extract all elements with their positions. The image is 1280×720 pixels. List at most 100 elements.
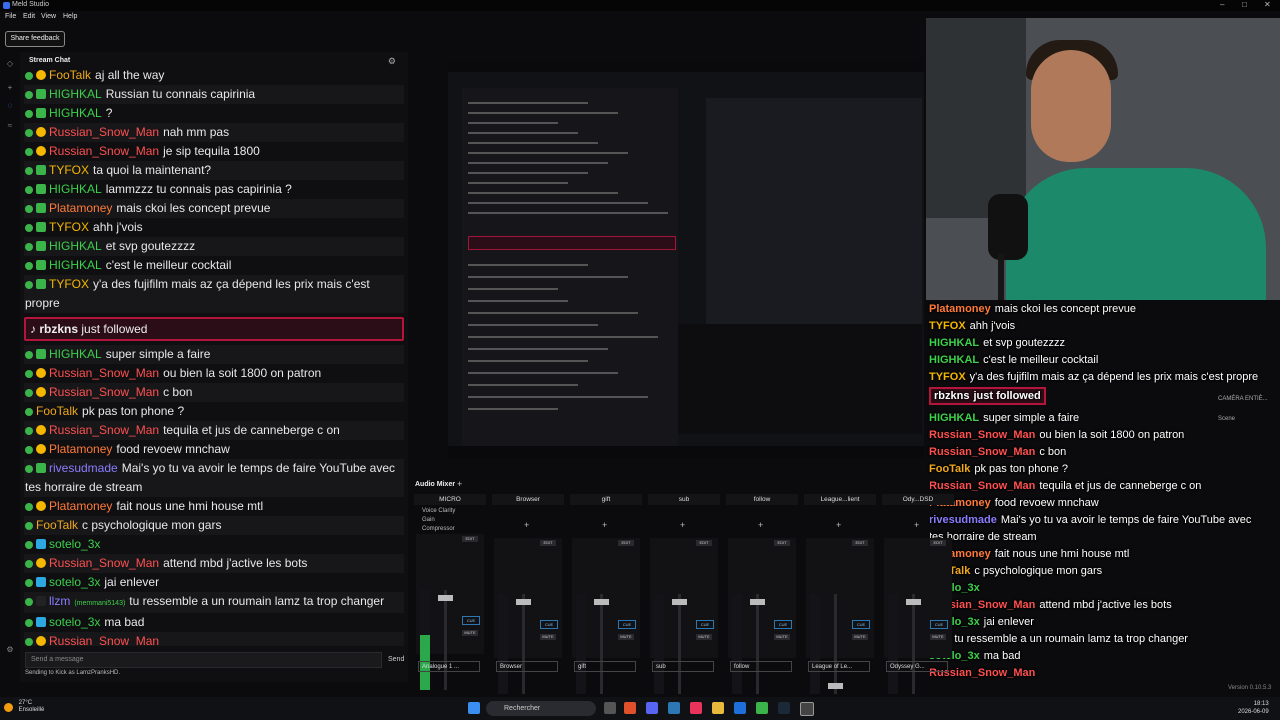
chat-message[interactable]: sotelo_3x (24, 535, 404, 554)
channel-source-select[interactable]: Odyssey G... (886, 661, 948, 672)
cue-button[interactable]: CUE (774, 620, 792, 629)
chat-username[interactable]: TYFOX (49, 163, 89, 177)
chat-username[interactable]: TYFOX (49, 277, 89, 291)
chat-username[interactable]: FooTalk (49, 68, 91, 82)
chat-username[interactable]: Platamoney (49, 442, 112, 456)
channel-source-select[interactable]: follow (730, 661, 792, 672)
chat-message-input[interactable]: Send a message (25, 652, 382, 668)
add-filter-button[interactable]: + (524, 520, 529, 530)
app-icon[interactable] (668, 702, 680, 714)
audio-filter-item[interactable]: Gain (422, 517, 435, 523)
chat-message[interactable]: FooTalk aj all the way (24, 66, 404, 85)
chat-username[interactable]: Platamoney (49, 499, 112, 513)
chat-message[interactable]: Russian_Snow_Man ou bien la soit 1800 on … (24, 364, 404, 383)
menu-file[interactable]: File (5, 13, 16, 20)
scene-label[interactable]: Scene (1218, 416, 1235, 422)
chat-username[interactable]: TYFOX (49, 220, 89, 234)
channel-name[interactable]: Browser (492, 494, 564, 505)
activity-icon[interactable]: ≈ (6, 122, 14, 130)
volume-fader-knob[interactable] (750, 598, 765, 605)
add-icon[interactable]: + (6, 84, 14, 92)
add-filter-button[interactable]: + (680, 520, 685, 530)
edit-button[interactable]: EDIT (852, 540, 868, 546)
chat-message[interactable]: TYFOX ahh j'vois (24, 218, 404, 237)
channel-name[interactable]: follow (726, 494, 798, 505)
chat-message[interactable]: HIGHKAL c'est le meilleur cocktail (24, 256, 404, 275)
task-view-icon[interactable] (604, 702, 616, 714)
chat-message[interactable]: Platamoney food revoew mnchaw (24, 440, 404, 459)
system-clock[interactable]: 18:13 2026-06-09 (1238, 700, 1269, 716)
chat-message[interactable]: HIGHKAL Russian tu connais capirinia (24, 85, 404, 104)
discord-icon[interactable] (646, 702, 658, 714)
chat-send-button[interactable]: Send (388, 652, 404, 668)
share-feedback-button[interactable]: Share feedback (5, 31, 65, 47)
chat-icon[interactable]: ◌ (6, 102, 14, 110)
chat-message[interactable]: sotelo_3x jai enlever (24, 573, 404, 592)
brave-icon[interactable] (624, 702, 636, 714)
add-filter-button[interactable]: + (914, 520, 919, 530)
chat-username[interactable]: Russian_Snow_Man (49, 634, 159, 646)
chat-message[interactable]: Russian_Snow_Man nah mm pas (24, 123, 404, 142)
volume-fader-knob[interactable] (594, 598, 609, 605)
mute-button[interactable]: MUTE (930, 634, 946, 640)
menu-edit[interactable]: Edit (23, 13, 35, 20)
stream-preview-canvas[interactable] (448, 62, 924, 458)
chat-username[interactable]: llzm (49, 594, 70, 608)
channel-name[interactable]: sub (648, 494, 720, 505)
close-button[interactable]: ✕ (1264, 0, 1271, 9)
channel-name[interactable]: League...lient (804, 494, 876, 505)
mute-button[interactable]: MUTE (540, 634, 556, 640)
chat-message[interactable]: HIGHKAL et svp goutezzzz (24, 237, 404, 256)
cue-button[interactable]: CUE (852, 620, 870, 629)
channel-source-select[interactable]: Analogue 1 ... (418, 661, 480, 672)
mute-button[interactable]: MUTE (852, 634, 868, 640)
chat-username[interactable]: Russian_Snow_Man (49, 556, 159, 570)
volume-fader-track[interactable] (678, 594, 681, 694)
chat-message[interactable]: sotelo_3x ma bad (24, 613, 404, 632)
home-icon[interactable]: ◇ (6, 60, 14, 68)
chat-message[interactable]: TYFOX ta quoi la maintenant? (24, 161, 404, 180)
chat-username[interactable]: HIGHKAL (49, 182, 102, 196)
edit-button[interactable]: EDIT (540, 540, 556, 546)
chat-username[interactable]: Russian_Snow_Man (49, 366, 159, 380)
edit-button[interactable]: EDIT (774, 540, 790, 546)
chat-username[interactable]: sotelo_3x (49, 575, 100, 589)
chat-message[interactable]: FooTalk pk pas ton phone ? (24, 402, 404, 421)
chat-message-list[interactable]: FooTalk aj all the way HIGHKAL Russian tu c… (24, 66, 404, 646)
taskbar-search[interactable]: Rechercher (486, 701, 596, 716)
mute-button[interactable]: MUTE (618, 634, 634, 640)
chat-username[interactable]: FooTalk (36, 518, 78, 532)
chat-username[interactable]: FooTalk (36, 404, 78, 418)
cue-button[interactable]: CUE (618, 620, 636, 629)
cue-button[interactable]: CUE (462, 616, 480, 625)
chat-message[interactable]: HIGHKAL? (24, 104, 404, 123)
cue-button[interactable]: CUE (540, 620, 558, 629)
chat-message[interactable]: Platamoney mais ckoi les concept prevue (24, 199, 404, 218)
chat-message[interactable]: rivesudmade Mai's yo tu va avoir le temps… (24, 459, 404, 497)
add-filter-button[interactable]: + (836, 520, 841, 530)
channel-source-select[interactable]: gift (574, 661, 636, 672)
chat-username[interactable]: HIGHKAL (49, 239, 102, 253)
channel-source-select[interactable]: Browser (496, 661, 558, 672)
add-filter-button[interactable]: + (602, 520, 607, 530)
chat-message[interactable]: TYFOX y'a des fujifilm mais az ça dépend … (24, 275, 404, 313)
weather-widget[interactable]: 27°C Ensoleillé (4, 700, 44, 714)
cue-button[interactable]: CUE (930, 620, 948, 629)
channel-name[interactable]: Ody...DSD (882, 494, 954, 505)
file-explorer-icon[interactable] (712, 702, 724, 714)
follow-username[interactable]: rbzkns (39, 322, 78, 336)
chat-message[interactable]: llzm (memmani5143) tu ressemble a un rouma… (24, 592, 404, 613)
chat-username[interactable]: sotelo_3x (49, 537, 100, 551)
chat-message[interactable]: HIGHKAL lammzzz tu connais pas capirinia … (24, 180, 404, 199)
chat-username[interactable]: HIGHKAL (49, 347, 102, 361)
meld-studio-icon[interactable] (800, 702, 814, 716)
chat-message[interactable]: FooTalk c psychologique mon gars (24, 516, 404, 535)
minimize-button[interactable]: – (1220, 0, 1224, 9)
chat-username[interactable]: Russian_Snow_Man (49, 423, 159, 437)
chat-username[interactable]: Russian_Snow_Man (49, 144, 159, 158)
volume-fader-knob[interactable] (516, 598, 531, 605)
chat-message[interactable]: HIGHKAL super simple a faire (24, 345, 404, 364)
scene-camera-label[interactable]: CAMÉRA ENTIÈ... (1218, 396, 1268, 402)
chat-message[interactable]: Russian_Snow_Man je sip tequila 1800 (24, 142, 404, 161)
volume-fader-knob[interactable] (828, 683, 843, 690)
